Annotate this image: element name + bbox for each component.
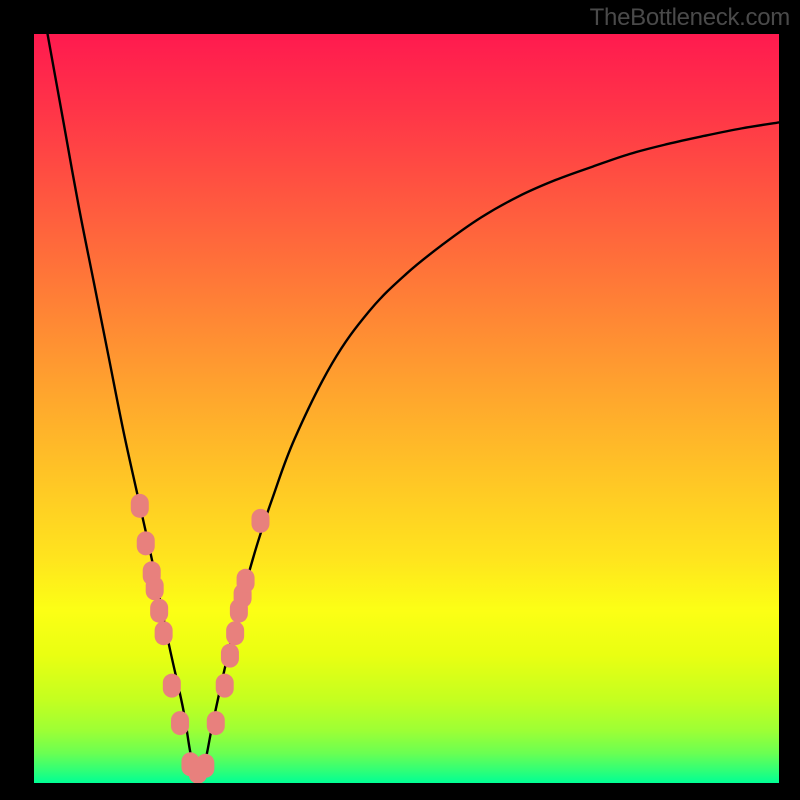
marker-point [237, 569, 255, 593]
chart-stage: TheBottleneck.com [0, 0, 800, 800]
marker-point [221, 644, 239, 668]
marker-point [163, 674, 181, 698]
marker-point [131, 494, 149, 518]
marker-point [150, 599, 168, 623]
watermark-text: TheBottleneck.com [590, 4, 790, 32]
marker-point [216, 674, 234, 698]
plot-area [34, 34, 779, 783]
bottleneck-curve [34, 34, 779, 783]
marker-point [196, 754, 214, 778]
curve-layer [34, 34, 779, 783]
marker-group [131, 494, 270, 783]
marker-point [146, 576, 164, 600]
marker-point [226, 621, 244, 645]
marker-point [207, 711, 225, 735]
marker-point [251, 509, 269, 533]
marker-point [171, 711, 189, 735]
marker-point [137, 531, 155, 555]
marker-point [155, 621, 173, 645]
